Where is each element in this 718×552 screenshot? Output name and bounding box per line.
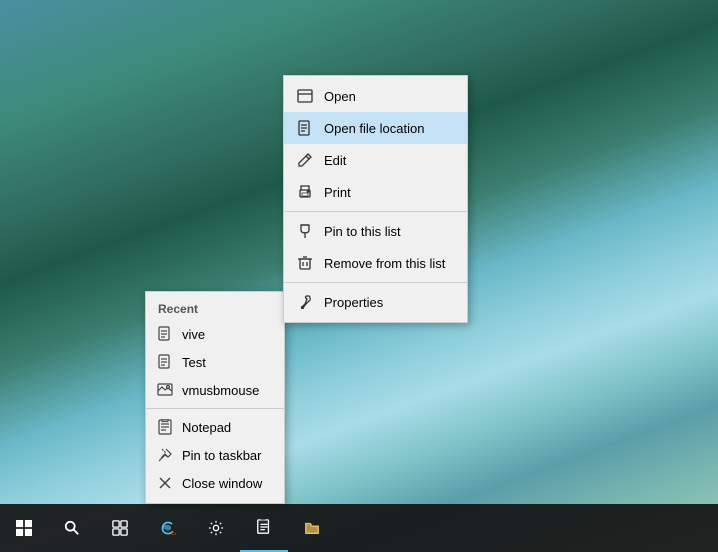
jump-list: Recent vive Test [145,291,285,504]
svg-text:CAN: CAN [171,531,176,536]
trash-icon [296,254,314,272]
ctx-item-open-file-location-label: Open file location [324,121,424,136]
notepad-taskbar-button[interactable] [240,504,288,552]
ctx-item-pin-label: Pin to this list [324,224,401,239]
pin-icon [156,446,174,464]
pencil-icon [296,151,314,169]
ctx-item-edit[interactable]: Edit [284,144,467,176]
ctx-item-open-label: Open [324,89,356,104]
ctx-item-properties-label: Properties [324,295,383,310]
jump-item-notepad[interactable]: Notepad [146,413,284,441]
wrench-icon [296,293,314,311]
jump-separator-1 [146,408,284,409]
ctx-item-print[interactable]: Print [284,176,467,208]
ctx-item-edit-label: Edit [324,153,346,168]
edge-button[interactable]: CAN [144,504,192,552]
jump-list-section-title: Recent [146,298,284,320]
ctx-separator-2 [284,282,467,283]
jump-item-label: vive [182,327,205,342]
ctx-item-open[interactable]: Open [284,80,467,112]
ctx-item-properties[interactable]: Properties [284,286,467,318]
window-icon [296,87,314,105]
taskbar: CAN [0,504,718,552]
jump-item-label-notepad: Notepad [182,420,231,435]
context-menu: Open Open file location Edit [283,75,468,323]
settings-button[interactable] [192,504,240,552]
receipt-icon [296,119,314,137]
notepad-icon [156,418,174,436]
ctx-item-pin-to-list[interactable]: Pin to this list [284,215,467,247]
jump-item-test[interactable]: Test [146,348,284,376]
jump-item-close-window[interactable]: Close window [146,469,284,497]
printer-icon [296,183,314,201]
doc-icon [156,325,174,343]
jump-item-label-2: Test [182,355,206,370]
task-view-button[interactable] [96,504,144,552]
jump-item-vmusbmouse[interactable]: vmusbmouse [146,376,284,404]
pin-list-icon [296,222,314,240]
jump-item-label-pin: Pin to taskbar [182,448,262,463]
file-explorer-button[interactable] [288,504,336,552]
ctx-item-open-file-location[interactable]: Open file location [284,112,467,144]
doc-img-icon [156,381,174,399]
jump-item-label-close: Close window [182,476,262,491]
jump-item-vive[interactable]: vive [146,320,284,348]
jump-item-pin-taskbar[interactable]: Pin to taskbar [146,441,284,469]
jump-item-label-3: vmusbmouse [182,383,259,398]
ctx-item-print-label: Print [324,185,351,200]
ctx-item-remove-label: Remove from this list [324,256,445,271]
search-button[interactable] [48,504,96,552]
doc-icon-2 [156,353,174,371]
ctx-separator-1 [284,211,467,212]
close-icon [156,474,174,492]
ctx-item-remove-from-list[interactable]: Remove from this list [284,247,467,279]
start-button[interactable] [0,504,48,552]
